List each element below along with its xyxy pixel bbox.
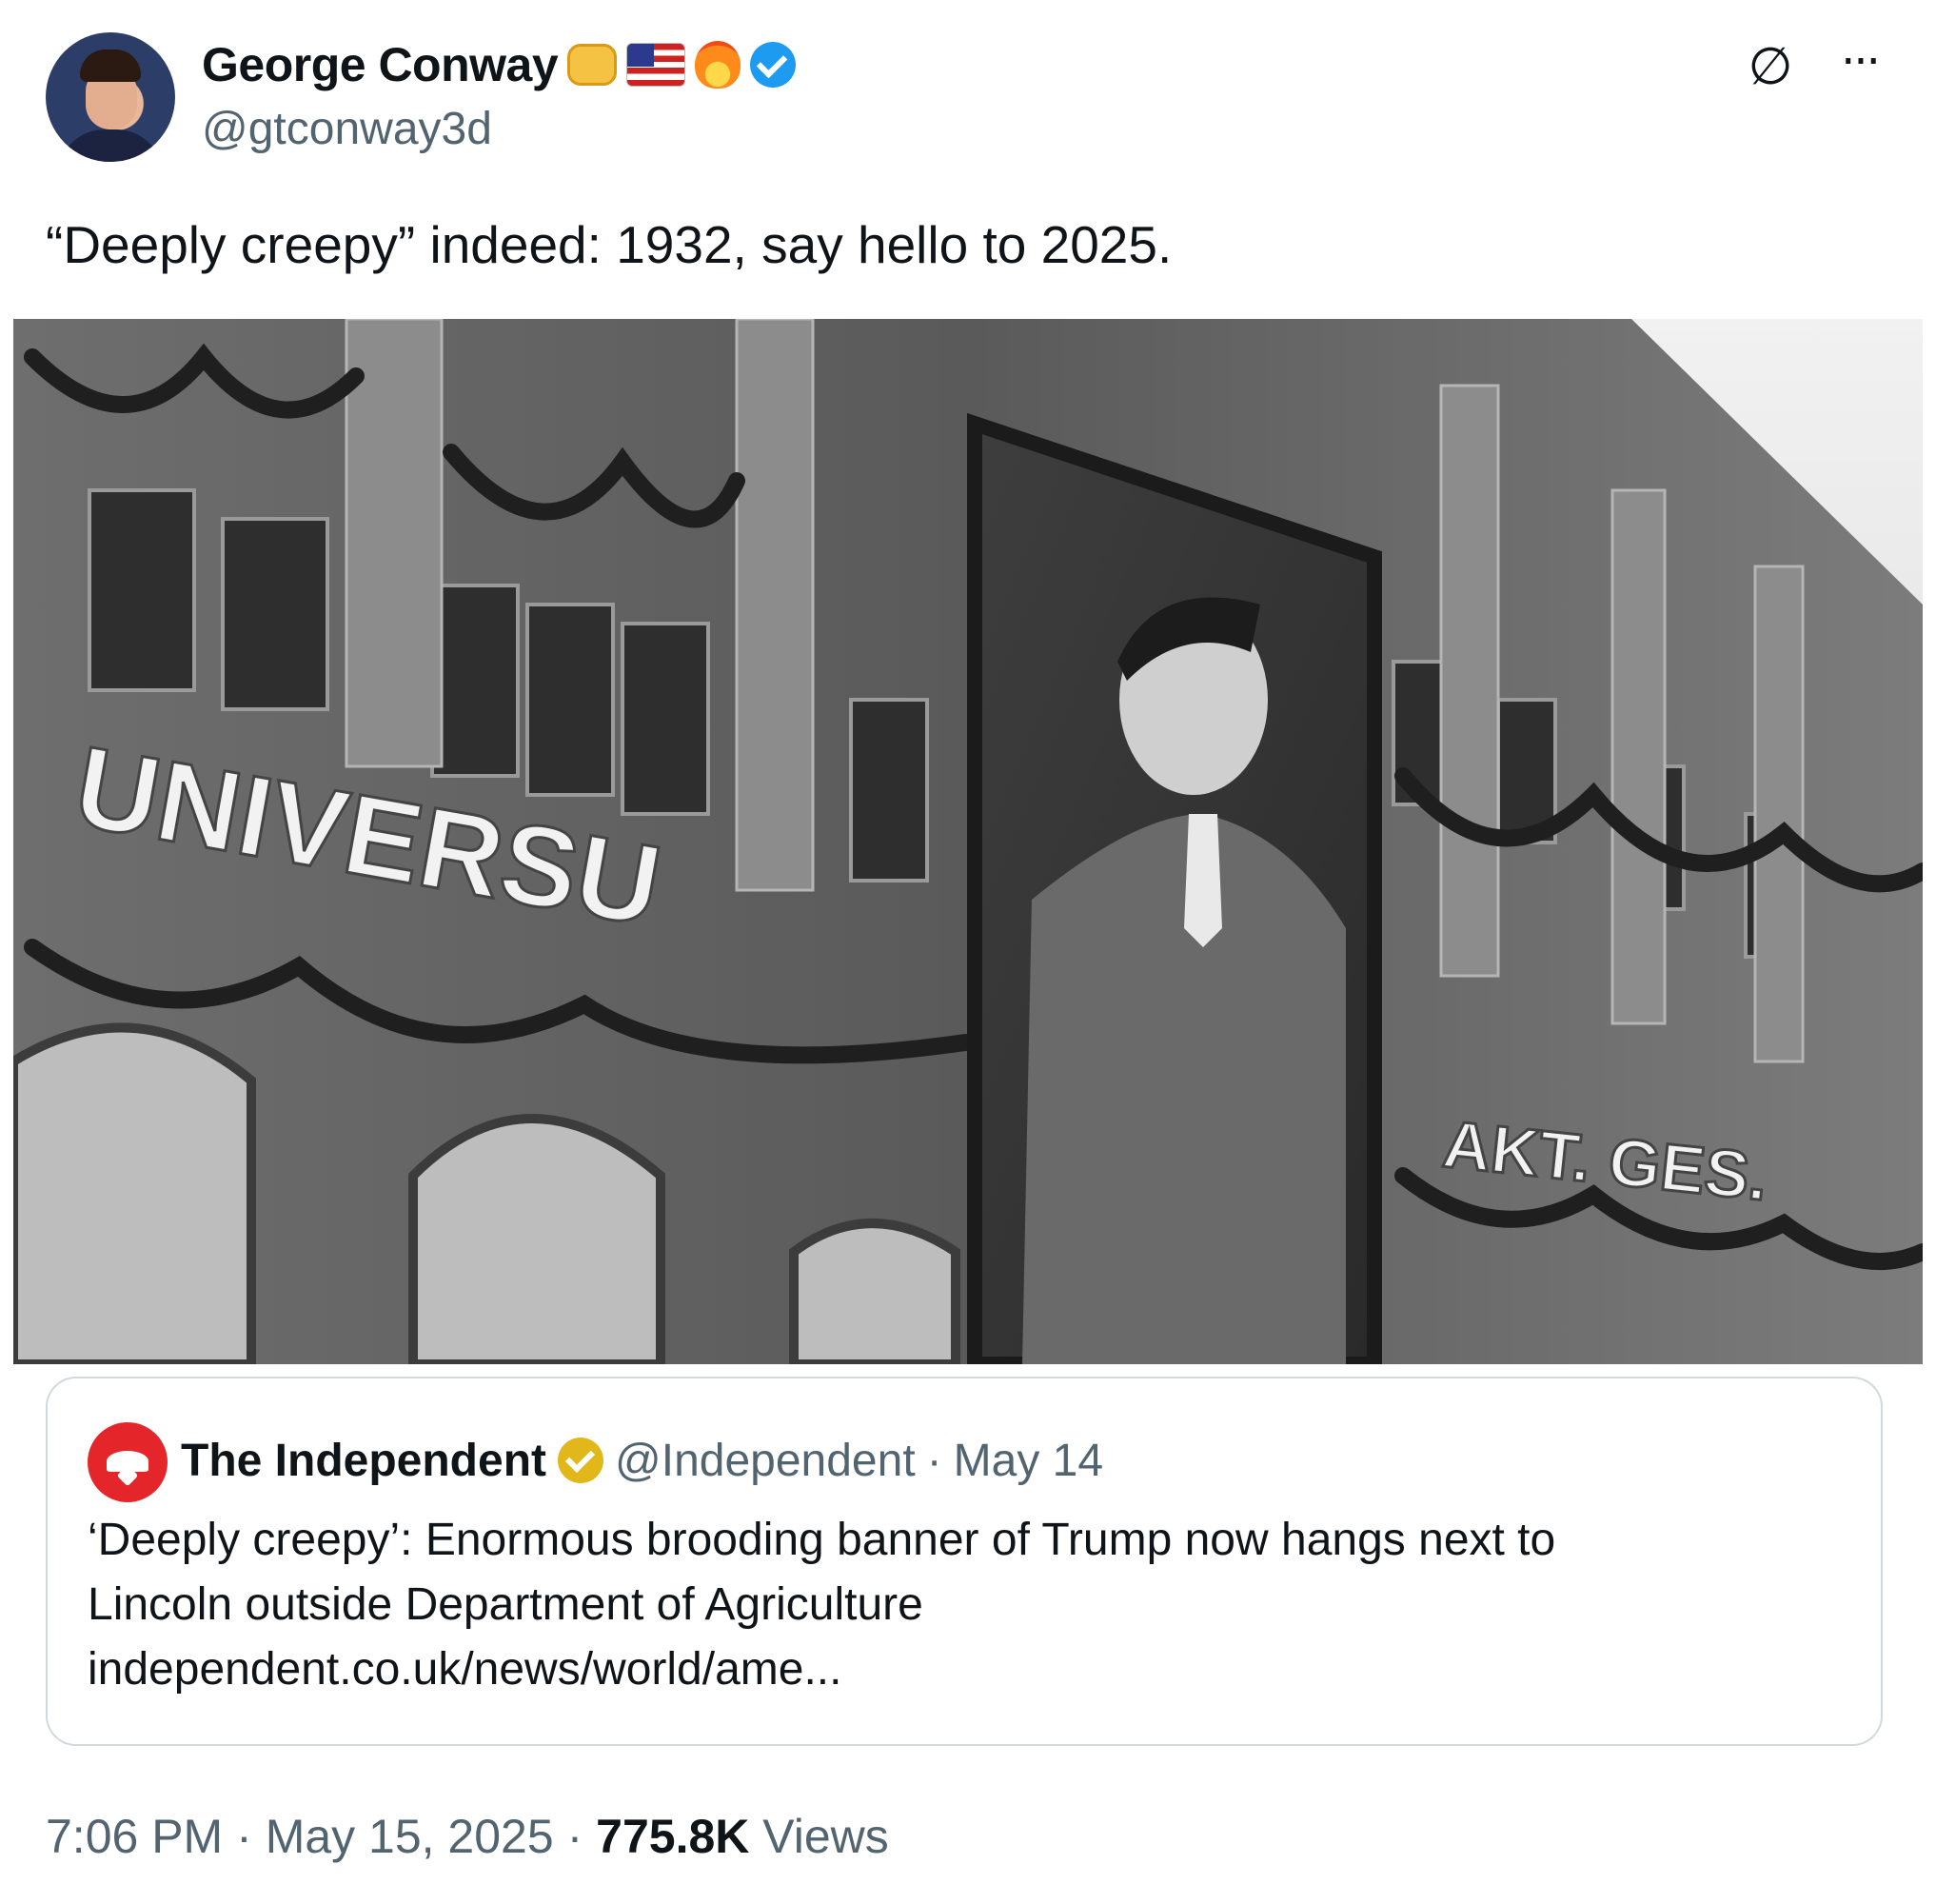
fire-icon	[695, 41, 741, 89]
quoted-tweet-text: ‘Deeply creepy’: Enormous brooding banne…	[88, 1508, 1839, 1702]
verified-blue-icon[interactable]	[750, 42, 797, 88]
more-icon[interactable]: ···	[1831, 38, 1888, 95]
quoted-link[interactable]: independent.co.uk/news/world/ame...	[88, 1637, 1839, 1702]
author-display-name[interactable]: George Conway	[202, 37, 559, 92]
avatar-hair	[80, 50, 141, 82]
quoted-author-name[interactable]: The Independent	[181, 1435, 546, 1487]
tweet-timestamp-row: 7:06 PM · May 15, 2025 · 775.8K Views	[46, 1809, 889, 1864]
tweet-photo[interactable]: UNIVERSU AKT. GES.	[13, 319, 1923, 1364]
oncoming-fist-icon	[567, 44, 618, 86]
verified-gold-icon[interactable]	[558, 1438, 603, 1483]
author-name-row: George Conway	[202, 34, 797, 95]
timestamp-separator-1: ·	[236, 1810, 252, 1863]
tweet-text: “Deeply creepy” indeed: 1932, say hello …	[46, 215, 1173, 274]
quoted-separator: ·	[926, 1435, 942, 1486]
avatar-suit	[57, 129, 164, 162]
quoted-text-line-1: ‘Deeply creepy’: Enormous brooding banne…	[88, 1515, 1556, 1565]
tweet-date[interactable]: May 15, 2025	[266, 1810, 554, 1863]
timestamp-separator-2: ·	[566, 1810, 583, 1863]
quoted-text-line-2: Lincoln outside Department of Agricultur…	[88, 1579, 923, 1630]
author-handle[interactable]: @gtconway3d	[202, 103, 492, 155]
independent-logo-icon[interactable]	[88, 1422, 168, 1502]
us-flag-icon	[626, 43, 686, 87]
views-count[interactable]: 775.8K	[596, 1810, 749, 1863]
tweet-time[interactable]: 7:06 PM	[46, 1810, 223, 1863]
quoted-date[interactable]: May 14	[954, 1435, 1103, 1487]
quoted-tweet-card[interactable]: The Independent @Independent · May 14 ‘D…	[46, 1377, 1883, 1746]
quoted-tweet-header: The Independent @Independent · May 14	[181, 1430, 1103, 1491]
views-label[interactable]: Views	[762, 1810, 888, 1863]
quoted-author-handle[interactable]: @Independent	[615, 1435, 916, 1487]
grok-icon[interactable]: ∅	[1742, 38, 1799, 95]
author-avatar[interactable]	[46, 32, 175, 162]
